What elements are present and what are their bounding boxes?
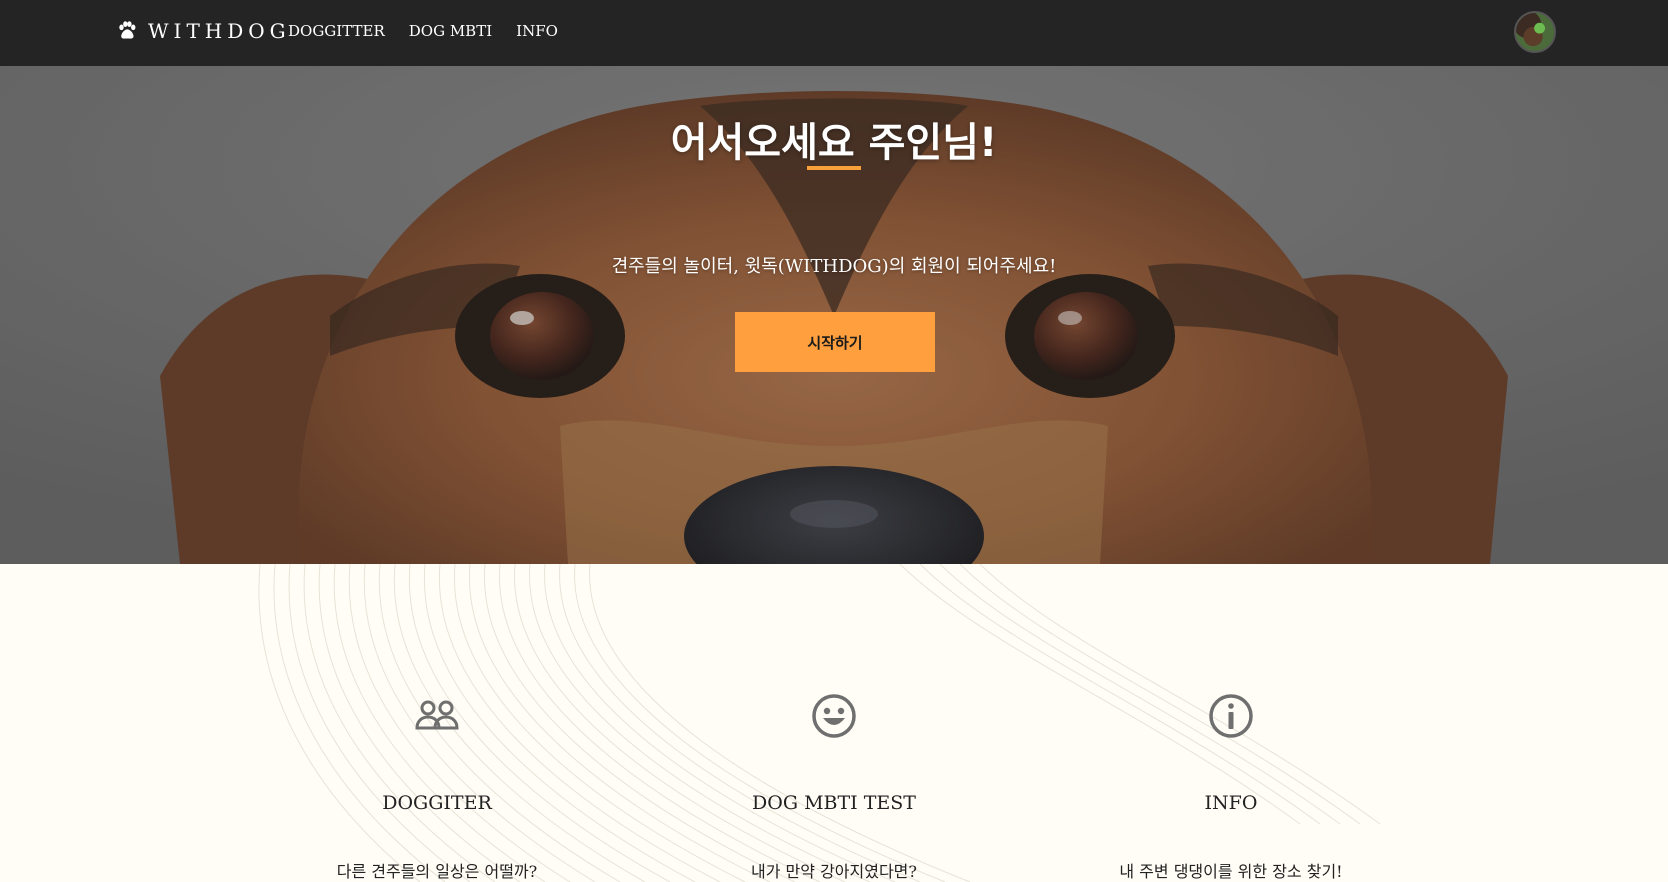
info-icon	[1209, 694, 1253, 738]
feature-description: 다른 견주들의 일상은 어떨까?	[336, 862, 538, 881]
hero-title: 어서오세요 주인님!	[670, 120, 998, 166]
users-icon	[415, 700, 459, 730]
feature-title: DOG MBTI TEST	[752, 792, 916, 814]
paw-icon	[119, 21, 136, 39]
title-underline	[807, 166, 861, 170]
hero-subtitle: 견주들의 놀이터, 윗독(WITHDOG)의 회원이 되어주세요!	[611, 256, 1057, 277]
feature-description: 내가 만약 강아지였다면?	[751, 862, 917, 881]
brand-logo-link[interactable]: WITHDOG	[116, 0, 291, 62]
start-button[interactable]: 시작하기	[735, 312, 935, 372]
features-section: DOGGITER 다른 견주들의 일상은 어떨까? DOG MBTI TEST …	[0, 564, 1668, 882]
nav-link-doggitter[interactable]: DOGGITTER	[288, 22, 385, 40]
feature-title: INFO	[1204, 792, 1258, 814]
user-avatar[interactable]	[1514, 11, 1556, 53]
nav-link-info[interactable]: INFO	[516, 22, 558, 40]
feature-title: DOGGITER	[382, 792, 492, 814]
top-navbar: WITHDOG DOGGITTER DOG MBTI INFO	[0, 0, 1668, 66]
nav-link-dog-mbti[interactable]: DOG MBTI	[409, 22, 492, 40]
smile-icon	[812, 694, 856, 738]
feature-description: 내 주변 댕댕이를 위한 장소 찾기!	[1119, 862, 1343, 881]
hero-section: 어서오세요 주인님! 견주들의 놀이터, 윗독(WITHDOG)의 회원이 되어…	[0, 66, 1668, 564]
nav-links: DOGGITTER DOG MBTI INFO	[288, 0, 558, 62]
brand-name: WITHDOG	[148, 19, 291, 43]
